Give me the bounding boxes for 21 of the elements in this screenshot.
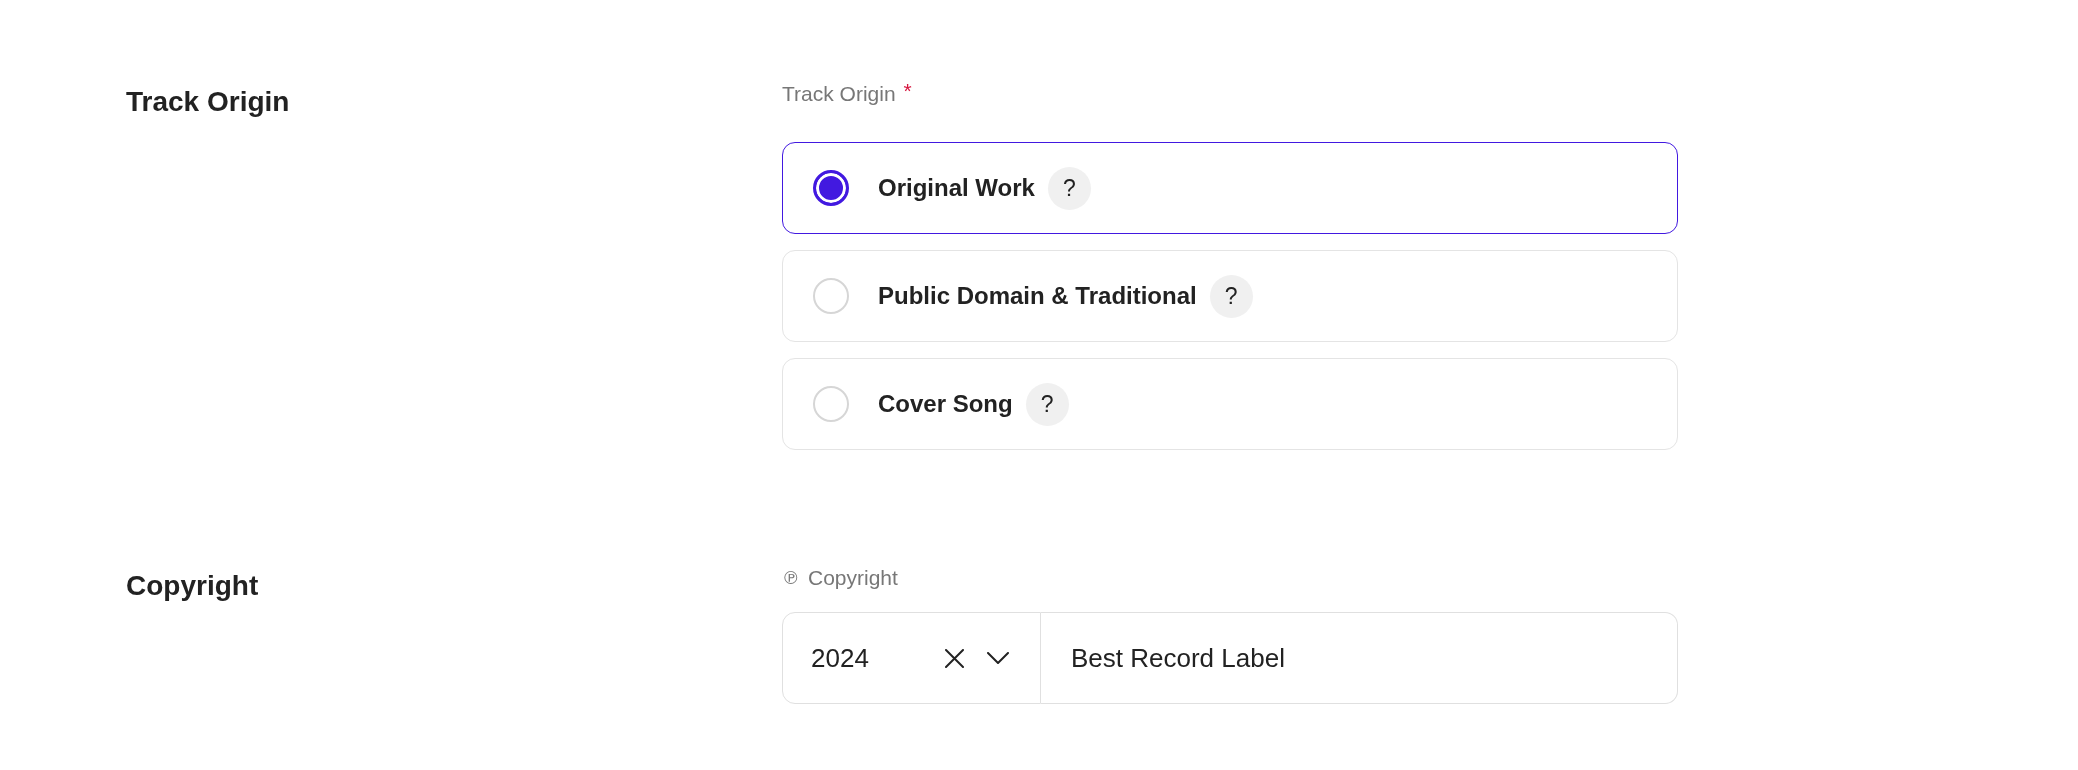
year-value: 2024 <box>811 642 869 674</box>
year-select[interactable]: 2024 <box>782 612 1041 704</box>
required-asterisk: * <box>903 79 912 103</box>
option-label: Public Domain & Traditional <box>878 281 1197 311</box>
phonogram-symbol: ℗ <box>782 566 800 590</box>
help-button[interactable]: ? <box>1047 166 1091 210</box>
radio-option-card[interactable]: Cover Song ? <box>782 358 1678 450</box>
section-heading: Track Origin <box>126 86 290 118</box>
option-label: Original Work <box>878 173 1035 203</box>
radio-option-card[interactable]: Original Work ? <box>782 142 1678 234</box>
copyright-owner-input[interactable]: Best Record Label <box>1041 612 1678 704</box>
close-icon[interactable] <box>945 648 964 668</box>
radio-button[interactable] <box>813 170 849 206</box>
field-label: Copyright <box>808 566 898 590</box>
section-heading: Copyright <box>126 570 259 602</box>
field-label: Track Origin <box>782 82 896 106</box>
radio-option-card[interactable]: Public Domain & Traditional ? <box>782 250 1678 342</box>
option-label: Cover Song <box>878 389 1013 419</box>
help-button[interactable]: ? <box>1209 274 1253 318</box>
help-button[interactable]: ? <box>1025 382 1069 426</box>
chevron-down-icon[interactable] <box>987 652 1009 664</box>
